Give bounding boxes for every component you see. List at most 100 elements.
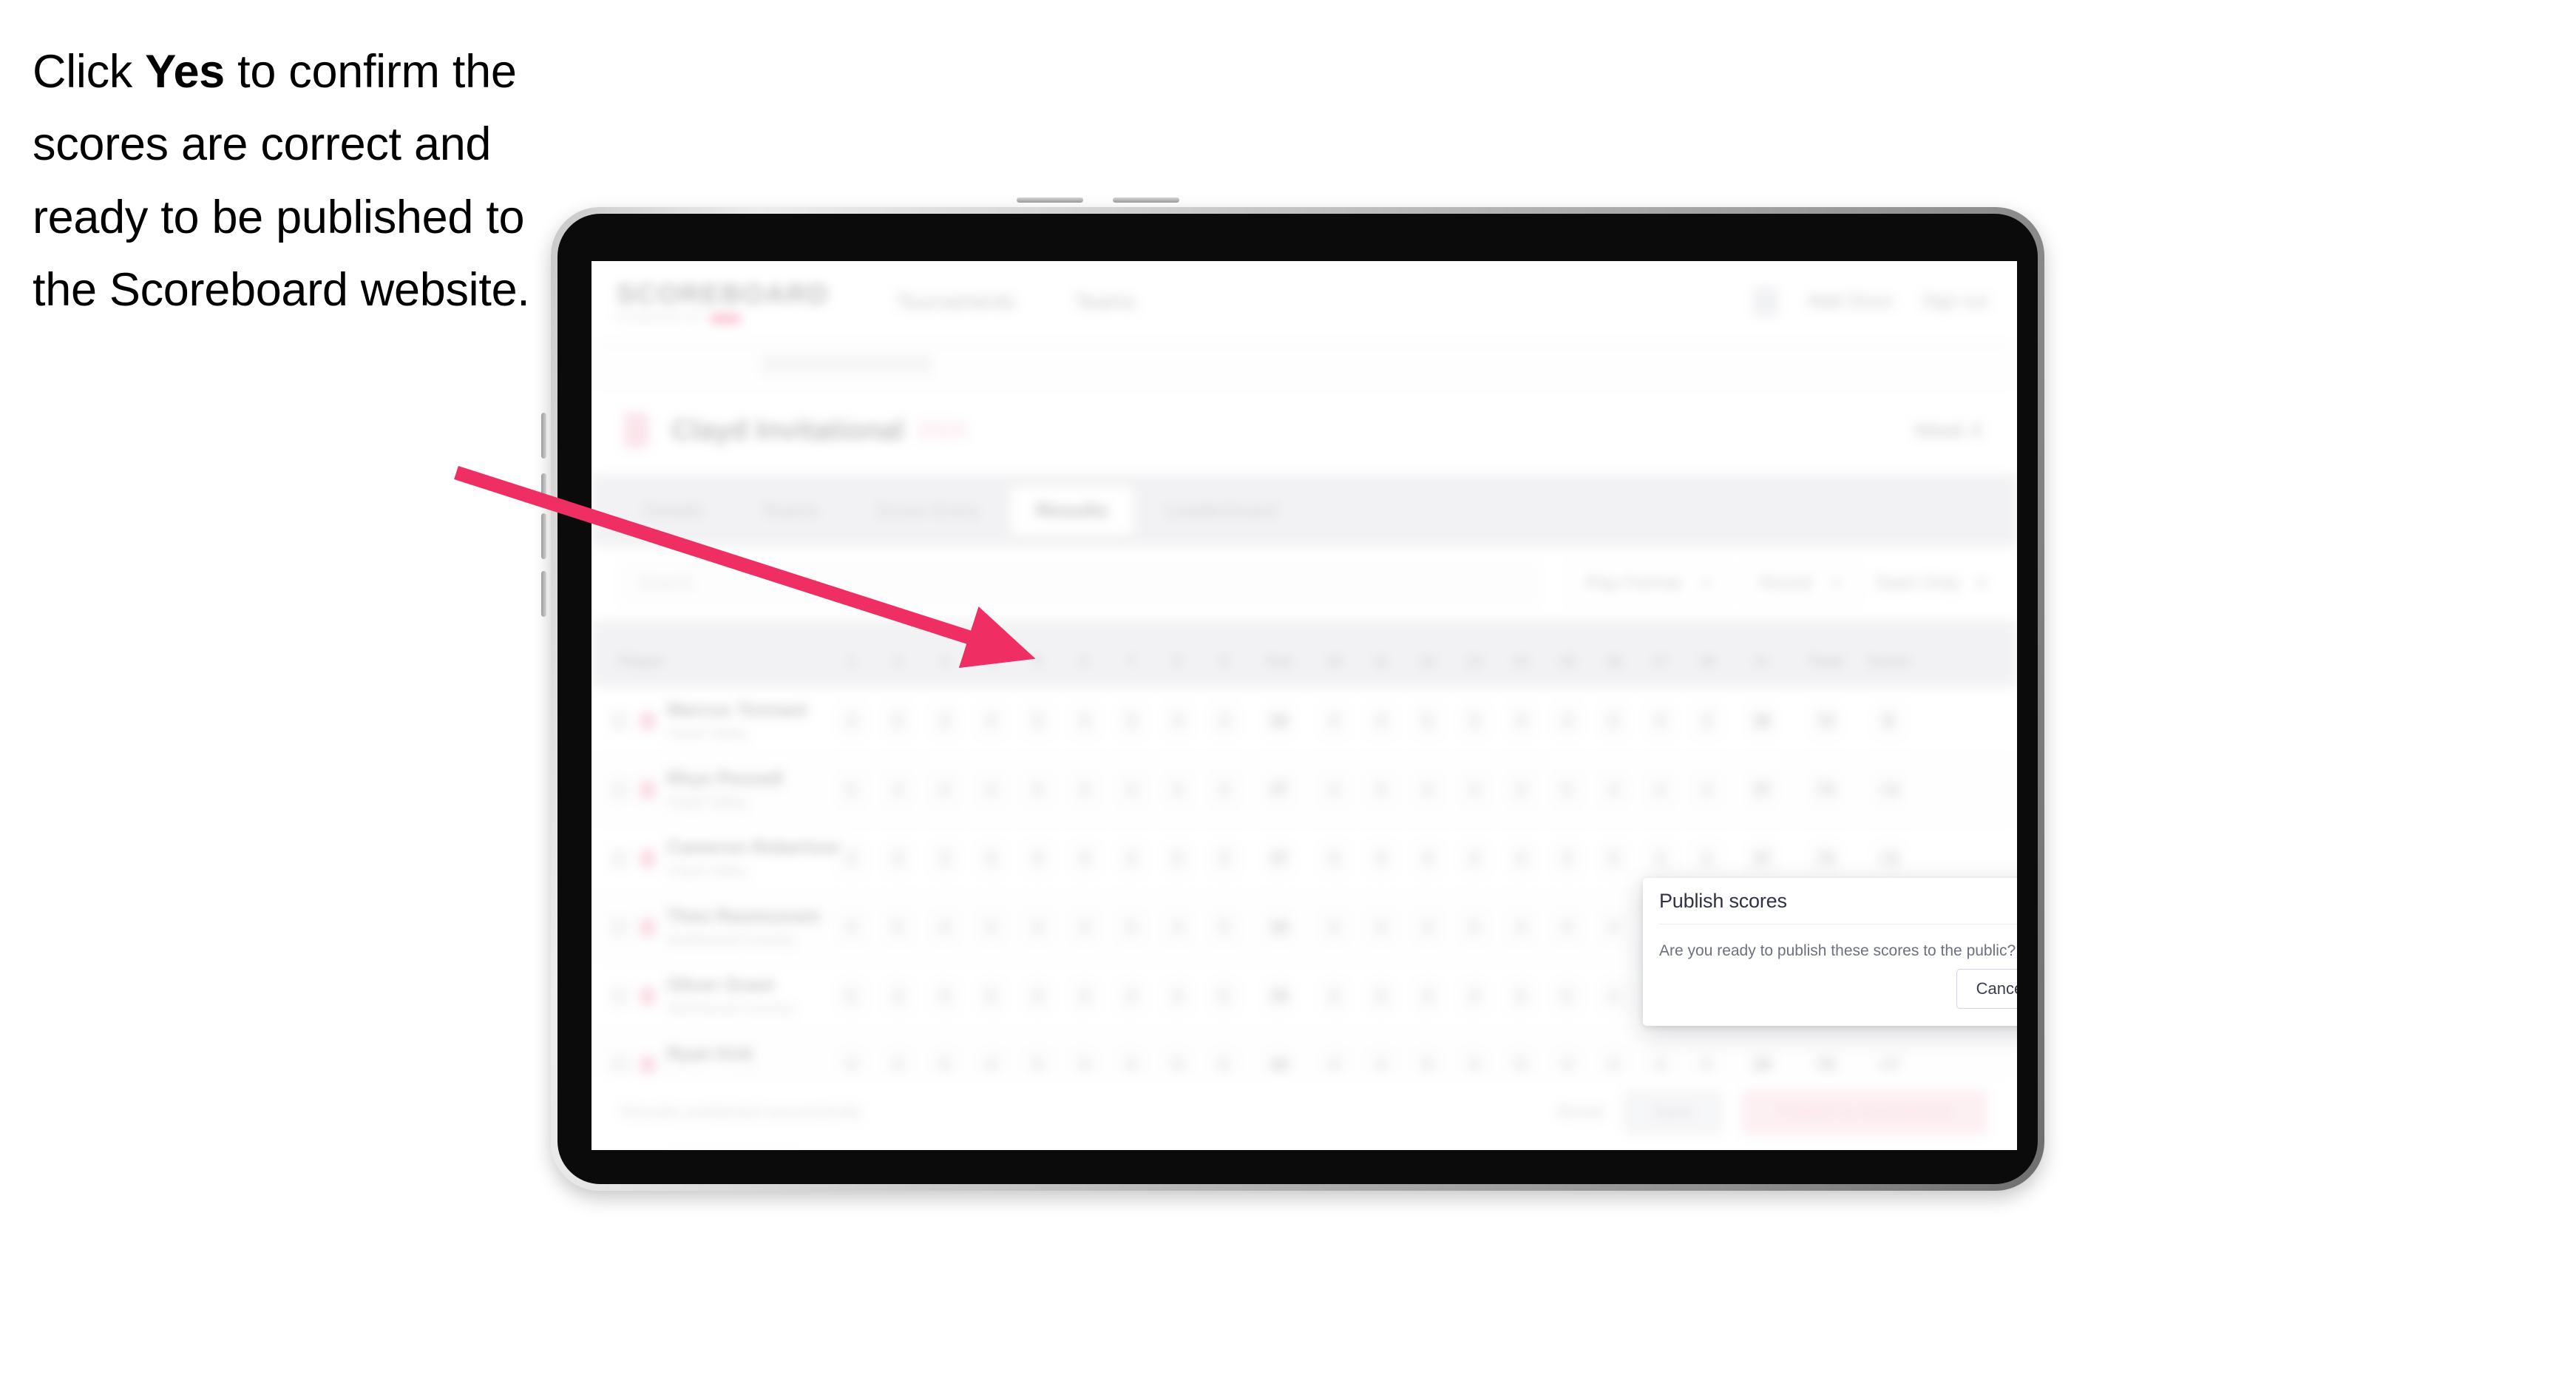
hole-score-cell[interactable]: 5 xyxy=(1358,981,1404,1012)
hole-score-cell[interactable]: 4 xyxy=(1014,843,1061,874)
hole-score-cell[interactable]: 4 xyxy=(1201,706,1247,737)
reset-link[interactable]: Reset xyxy=(1557,1102,1604,1123)
row-checkbox[interactable] xyxy=(611,987,628,1006)
nav-user-name[interactable]: Matt Dixon xyxy=(1808,291,1893,312)
hole-score-cell[interactable]: 4 xyxy=(1061,912,1108,943)
hole-score-cell[interactable]: 4 xyxy=(1497,981,1544,1012)
hole-score-cell[interactable]: 5 xyxy=(1404,706,1451,737)
hole-score-cell[interactable]: 4 xyxy=(968,774,1014,805)
hole-score-cell[interactable]: 4 xyxy=(875,843,921,874)
aggregate-cell[interactable]: 72 xyxy=(1794,706,1857,737)
hole-score-cell[interactable]: 5 xyxy=(1544,981,1590,1012)
hole-score-cell[interactable]: 4 xyxy=(1451,981,1497,1012)
aggregate-cell[interactable]: 39 xyxy=(1247,912,1311,943)
hole-score-cell[interactable]: 4 xyxy=(1201,774,1247,805)
hole-score-cell[interactable]: 3 xyxy=(1061,774,1108,805)
aggregate-cell[interactable]: 39 xyxy=(1247,981,1311,1012)
hole-score-cell[interactable]: 4 xyxy=(1108,981,1154,1012)
hole-score-cell[interactable]: 4 xyxy=(1311,774,1358,805)
hole-score-cell[interactable]: 4 xyxy=(968,706,1014,737)
aggregate-cell[interactable]: 74 xyxy=(1794,843,1857,874)
tab-leaderboard[interactable]: Leaderboard xyxy=(1139,487,1303,535)
hole-score-cell[interactable]: 5 xyxy=(875,706,921,737)
hole-score-cell[interactable]: 5 xyxy=(1201,912,1247,943)
row-checkbox[interactable] xyxy=(611,780,628,800)
hole-score-cell[interactable]: 5 xyxy=(1451,912,1497,943)
hole-score-cell[interactable]: 4 xyxy=(1014,912,1061,943)
hole-score-cell[interactable]: 4 xyxy=(1451,774,1497,805)
hole-score-cell[interactable]: 5 xyxy=(1014,706,1061,737)
aggregate-cell[interactable]: 37 xyxy=(1730,774,1794,805)
hole-score-cell[interactable]: 4 xyxy=(1061,981,1108,1012)
table-row[interactable]: Rhys Pennell Clayd Valley 5 4 4 4 5 3 4 4 4 37 4 5 4 4 3… xyxy=(592,756,2017,825)
hole-score-cell[interactable]: 4 xyxy=(1108,843,1154,874)
hole-score-cell[interactable]: 4 xyxy=(1684,843,1730,874)
app-logo[interactable]: SCOREBOARD POWERED BY xyxy=(617,279,829,325)
hole-score-cell[interactable]: 4 xyxy=(875,981,921,1012)
hole-score-cell[interactable]: 5 xyxy=(1154,843,1201,874)
hole-score-cell[interactable]: 4 xyxy=(1637,774,1684,805)
hole-score-cell[interactable]: 4 xyxy=(921,981,968,1012)
hole-score-cell[interactable]: 5 xyxy=(875,912,921,943)
hole-score-cell[interactable]: 4 xyxy=(875,774,921,805)
hole-score-cell[interactable]: 5 xyxy=(1108,912,1154,943)
table-row[interactable]: Marcus Tennant Clayd Valley 4 5 3 4 5 4 3 4 4 36 4 4 5… xyxy=(592,687,2017,756)
hole-score-cell[interactable]: 4 xyxy=(1590,912,1637,943)
hole-score-cell[interactable]: 4 xyxy=(1590,774,1637,805)
tab-details[interactable]: Details xyxy=(618,487,730,535)
hole-score-cell[interactable]: 4 xyxy=(1061,706,1108,737)
hole-score-cell[interactable]: 4 xyxy=(1590,981,1637,1012)
tab-teams[interactable]: Teams xyxy=(736,487,845,535)
hole-score-cell[interactable]: 5 xyxy=(828,981,875,1012)
hole-score-cell[interactable]: 4 xyxy=(1358,912,1404,943)
tab-results[interactable]: Results xyxy=(1011,486,1133,535)
aggregate-cell[interactable]: 74 xyxy=(1794,774,1857,805)
user-avatar-icon[interactable] xyxy=(1753,287,1779,317)
hole-score-cell[interactable]: 5 xyxy=(968,981,1014,1012)
publish-to-scoreboard-button[interactable]: Publish to Scoreboard xyxy=(1741,1089,1987,1135)
row-checkbox[interactable] xyxy=(611,849,628,868)
hole-score-cell[interactable]: 4 xyxy=(1061,843,1108,874)
nav-link-tournaments[interactable]: Tournaments xyxy=(895,290,1015,314)
hole-score-cell[interactable]: 3 xyxy=(1684,706,1730,737)
hole-score-cell[interactable]: 4 xyxy=(828,912,875,943)
hole-score-cell[interactable]: 4 xyxy=(1311,706,1358,737)
team-only-toggle[interactable]: Team Only xyxy=(1874,573,1987,594)
hole-score-cell[interactable]: 4 xyxy=(1497,843,1544,874)
search-input[interactable]: Search xyxy=(621,563,1538,604)
aggregate-cell[interactable]: 36 xyxy=(1247,706,1311,737)
hole-score-cell[interactable]: 3 xyxy=(921,706,968,737)
hole-score-cell[interactable]: 5 xyxy=(1358,774,1404,805)
hole-score-cell[interactable]: 4 xyxy=(1637,706,1684,737)
hole-score-cell[interactable]: 4 xyxy=(1108,774,1154,805)
hole-score-cell[interactable]: 4 xyxy=(1544,706,1590,737)
hole-score-cell[interactable]: 5 xyxy=(1590,843,1637,874)
save-button[interactable]: Save xyxy=(1623,1089,1723,1135)
round-select[interactable]: Round xyxy=(1743,562,1859,605)
hole-score-cell[interactable]: 4 xyxy=(1154,774,1201,805)
hole-score-cell[interactable]: 5 xyxy=(968,843,1014,874)
hole-score-cell[interactable]: 5 xyxy=(828,774,875,805)
hole-score-cell[interactable]: 3 xyxy=(1108,706,1154,737)
aggregate-cell[interactable]: 36 xyxy=(1730,706,1794,737)
aggregate-cell[interactable]: +2 xyxy=(1857,843,1921,874)
hole-score-cell[interactable]: 4 xyxy=(1154,981,1201,1012)
hole-score-cell[interactable]: 4 xyxy=(1201,843,1247,874)
nav-link-teams[interactable]: Teams xyxy=(1074,290,1135,314)
nav-sign-out[interactable]: Sign out xyxy=(1922,291,1987,312)
hole-score-cell[interactable]: 4 xyxy=(1311,981,1358,1012)
hole-score-cell[interactable]: 4 xyxy=(1404,843,1451,874)
hole-score-cell[interactable]: 5 xyxy=(1590,706,1637,737)
tab-score-entry[interactable]: Score Entry xyxy=(850,487,1005,535)
aggregate-cell[interactable]: +2 xyxy=(1857,774,1921,805)
aggregate-cell[interactable]: 37 xyxy=(1247,774,1311,805)
hole-score-cell[interactable]: 4 xyxy=(1637,843,1684,874)
hole-score-cell[interactable]: 4 xyxy=(1154,706,1201,737)
row-checkbox[interactable] xyxy=(611,711,628,731)
row-checkbox[interactable] xyxy=(611,918,628,937)
hole-score-cell[interactable]: 4 xyxy=(828,843,875,874)
hole-score-cell[interactable]: 3 xyxy=(921,843,968,874)
hole-score-cell[interactable]: 4 xyxy=(1684,774,1730,805)
hole-score-cell[interactable]: 4 xyxy=(1154,912,1201,943)
hole-score-cell[interactable]: 4 xyxy=(1404,912,1451,943)
